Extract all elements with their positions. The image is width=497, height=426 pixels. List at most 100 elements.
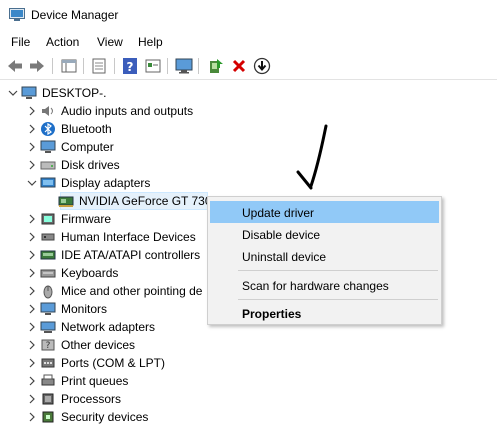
uninstall-device-label: Uninstall device [242,250,327,264]
tree-category-item[interactable]: Firmware [27,210,227,228]
menu-view[interactable]: View [97,35,123,49]
firmware-icon [40,211,56,227]
expand-chevron-icon[interactable] [27,339,37,351]
tree-item-label: Other devices [61,338,136,352]
tree-category-item[interactable]: Computer [27,138,227,156]
tree-category-item[interactable]: Bluetooth [27,120,227,138]
expand-chevron-icon[interactable] [27,123,37,135]
display-adapter-icon [40,175,56,191]
gpu-card-icon [58,193,74,209]
computer-icon [21,85,37,101]
window-title: Device Manager [31,8,119,22]
context-menu: Update driver Disable device Uninstall d… [207,196,442,325]
keyboard-icon [40,265,56,281]
tree-category-item[interactable]: Network adapters [27,318,227,336]
tree-root[interactable]: DESKTOP-. [8,84,208,102]
tree-item-label: Display adapters [61,176,151,190]
expand-chevron-icon[interactable] [27,267,37,279]
tree-item-label: NVIDIA GeForce GT 730 [79,194,212,208]
forward-arrow-icon[interactable] [28,57,46,75]
tree-category-item[interactable]: Monitors [27,300,227,318]
svg-text:?: ? [127,60,134,74]
monitor-icon[interactable] [175,57,193,75]
expand-chevron-icon[interactable] [27,357,37,369]
properties-label: Properties [242,307,302,321]
properties-menu-item[interactable]: Properties [210,302,439,324]
tree-category-item[interactable]: Print queues [27,372,227,390]
tree-category-item[interactable]: Audio inputs and outputs [27,102,227,120]
svg-text:?: ? [46,341,51,351]
expand-chevron-icon[interactable] [27,213,37,225]
expand-chevron-icon[interactable] [27,393,37,405]
document-icon[interactable] [90,57,108,75]
tree-item-label: Firmware [61,212,111,226]
expand-chevron-icon[interactable] [27,375,37,387]
menu-action[interactable]: Action [46,35,79,49]
back-arrow-icon[interactable] [6,57,24,75]
toolbar-separator [198,58,199,74]
expand-chevron-icon[interactable] [27,249,37,261]
toolbar-separator [52,58,53,74]
port-icon [40,355,56,371]
mouse-icon [40,283,56,299]
expand-chevron-icon[interactable] [27,105,37,117]
tree-category-item[interactable]: Mice and other pointing de [27,282,227,300]
tree-category-item[interactable]: Processors [27,390,227,408]
disable-device-menu-item[interactable]: Disable device [210,223,439,245]
tree-category-item[interactable]: Display adapters [27,174,227,192]
disable-device-label: Disable device [242,228,321,242]
tree-item-label: Bluetooth [61,122,112,136]
update-driver-label: Update driver [242,206,315,220]
expand-chevron-icon[interactable] [27,285,37,297]
update-driver-menu-item[interactable]: Update driver [210,201,439,223]
tree-item-label: Computer [61,140,114,154]
properties-grid-icon[interactable] [60,57,78,75]
printer-icon [40,373,56,389]
enable-driver-icon[interactable] [207,57,225,75]
tree-category-item[interactable]: IDE ATA/ATAPI controllers [27,246,227,264]
download-icon[interactable] [253,57,271,75]
context-menu-separator [238,270,438,271]
menu-file[interactable]: File [11,35,30,49]
expand-chevron-icon[interactable] [27,321,37,333]
remove-device-icon[interactable] [230,57,248,75]
expand-chevron-icon[interactable] [27,159,37,171]
tree-item-label: Security devices [61,410,149,424]
collapse-chevron-icon[interactable] [8,87,18,99]
annotation-arrow-icon [296,124,328,190]
tree-item-label: Keyboards [61,266,119,280]
uninstall-device-menu-item[interactable]: Uninstall device [210,245,439,267]
tree-category-item[interactable]: Disk drives [27,156,227,174]
unknown-device-icon: ? [40,337,56,353]
tree-item-label: Ports (COM & LPT) [61,356,166,370]
computer-icon [40,139,56,155]
title-bar: Device Manager [0,0,497,31]
tree-item-label: Processors [61,392,122,406]
security-device-icon [40,409,56,425]
ide-controller-icon [40,247,56,263]
processor-icon [40,391,56,407]
tree-category-item[interactable]: Human Interface Devices [27,228,227,246]
toolbar: ? [0,53,497,80]
expand-chevron-icon[interactable] [27,231,37,243]
menu-help[interactable]: Help [138,35,163,49]
tree-item-label: Network adapters [61,320,156,334]
details-view-icon[interactable] [144,57,162,75]
tree-item-label: Monitors [61,302,108,316]
tree-category-item[interactable]: ? Other devices [27,336,227,354]
help-icon[interactable]: ? [121,57,139,75]
tree-item-label: IDE ATA/ATAPI controllers [61,248,201,262]
tree-category-item[interactable]: Security devices [27,408,227,426]
network-adapter-icon [40,319,56,335]
hid-icon [40,229,56,245]
tree-category-item[interactable]: Ports (COM & LPT) [27,354,227,372]
menu-bar: File Action View Help [0,31,497,53]
collapse-chevron-icon[interactable] [27,177,37,189]
bluetooth-icon [40,121,56,137]
expand-chevron-icon[interactable] [27,303,37,315]
scan-hardware-label: Scan for hardware changes [242,279,389,293]
expand-chevron-icon[interactable] [27,411,37,423]
scan-hardware-menu-item[interactable]: Scan for hardware changes [210,274,439,296]
tree-category-item[interactable]: Keyboards [27,264,227,282]
expand-chevron-icon[interactable] [27,141,37,153]
